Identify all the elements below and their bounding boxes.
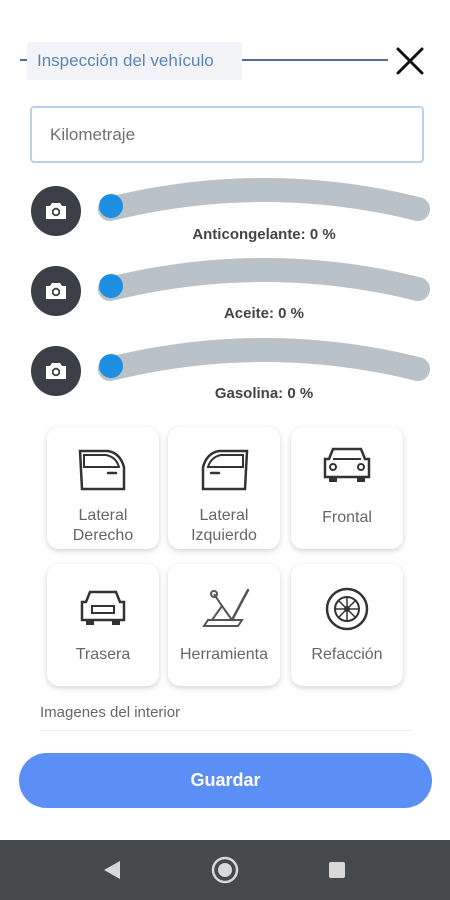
card-label: Refacción [311,646,383,663]
save-button[interactable]: Guardar [19,753,432,808]
car-jack-icon [202,588,250,627]
camera-icon [46,203,66,219]
level-label-gasolina: Gasolina: 0 % [214,385,314,402]
camera-icon [46,283,66,299]
divider [40,730,412,731]
page-title: Inspección del vehículo [27,42,242,80]
camera-button-gasolina[interactable] [31,346,81,396]
level-slider-anticongelante[interactable] [96,177,432,227]
photo-card-herramienta[interactable]: Herramienta [168,564,280,686]
header-line-left [20,59,27,61]
card-label: Herramienta [179,646,269,663]
slider-knob-gasolina[interactable] [99,354,123,378]
card-label: Frontal [322,509,372,526]
nav-home-button[interactable] [205,850,245,890]
level-label-anticongelante: Anticongelante: 0 % [192,226,336,243]
navigation-bar [0,840,450,900]
interior-images-label[interactable]: Imagenes del interior [40,704,180,721]
kilometraje-input[interactable] [30,106,424,163]
car-door-left-icon [201,449,249,491]
nav-back-button[interactable] [92,850,132,890]
photo-card-lateral-izquierdo[interactable]: Lateral Izquierdo [168,427,280,549]
card-label: Lateral Derecho [72,507,134,544]
car-rear-icon [80,590,126,625]
car-door-right-icon [78,449,126,491]
camera-icon [46,363,66,379]
back-icon [104,861,120,879]
slider-knob-anticongelante[interactable] [99,194,123,218]
photo-card-frontal[interactable]: Frontal [291,427,403,549]
card-label: Trasera [75,646,131,663]
recents-icon [329,862,345,878]
close-button[interactable] [393,44,427,78]
nav-recents-button[interactable] [317,850,357,890]
slider-knob-aceite[interactable] [99,274,123,298]
header-line-right [242,59,388,61]
photo-card-lateral-derecho[interactable]: Lateral Derecho [47,427,159,549]
camera-button-anticongelante[interactable] [31,186,81,236]
home-icon [211,856,239,884]
level-slider-gasolina[interactable] [96,337,432,387]
car-front-icon [323,447,371,482]
camera-button-aceite[interactable] [31,266,81,316]
photo-card-refaccion[interactable]: Refacción [291,564,403,686]
spare-tire-icon [325,587,369,631]
card-label: Lateral Izquierdo [191,507,257,544]
close-icon [396,47,424,75]
level-slider-aceite[interactable] [96,257,432,307]
level-label-aceite: Aceite: 0 % [223,305,305,322]
photo-card-trasera[interactable]: Trasera [47,564,159,686]
